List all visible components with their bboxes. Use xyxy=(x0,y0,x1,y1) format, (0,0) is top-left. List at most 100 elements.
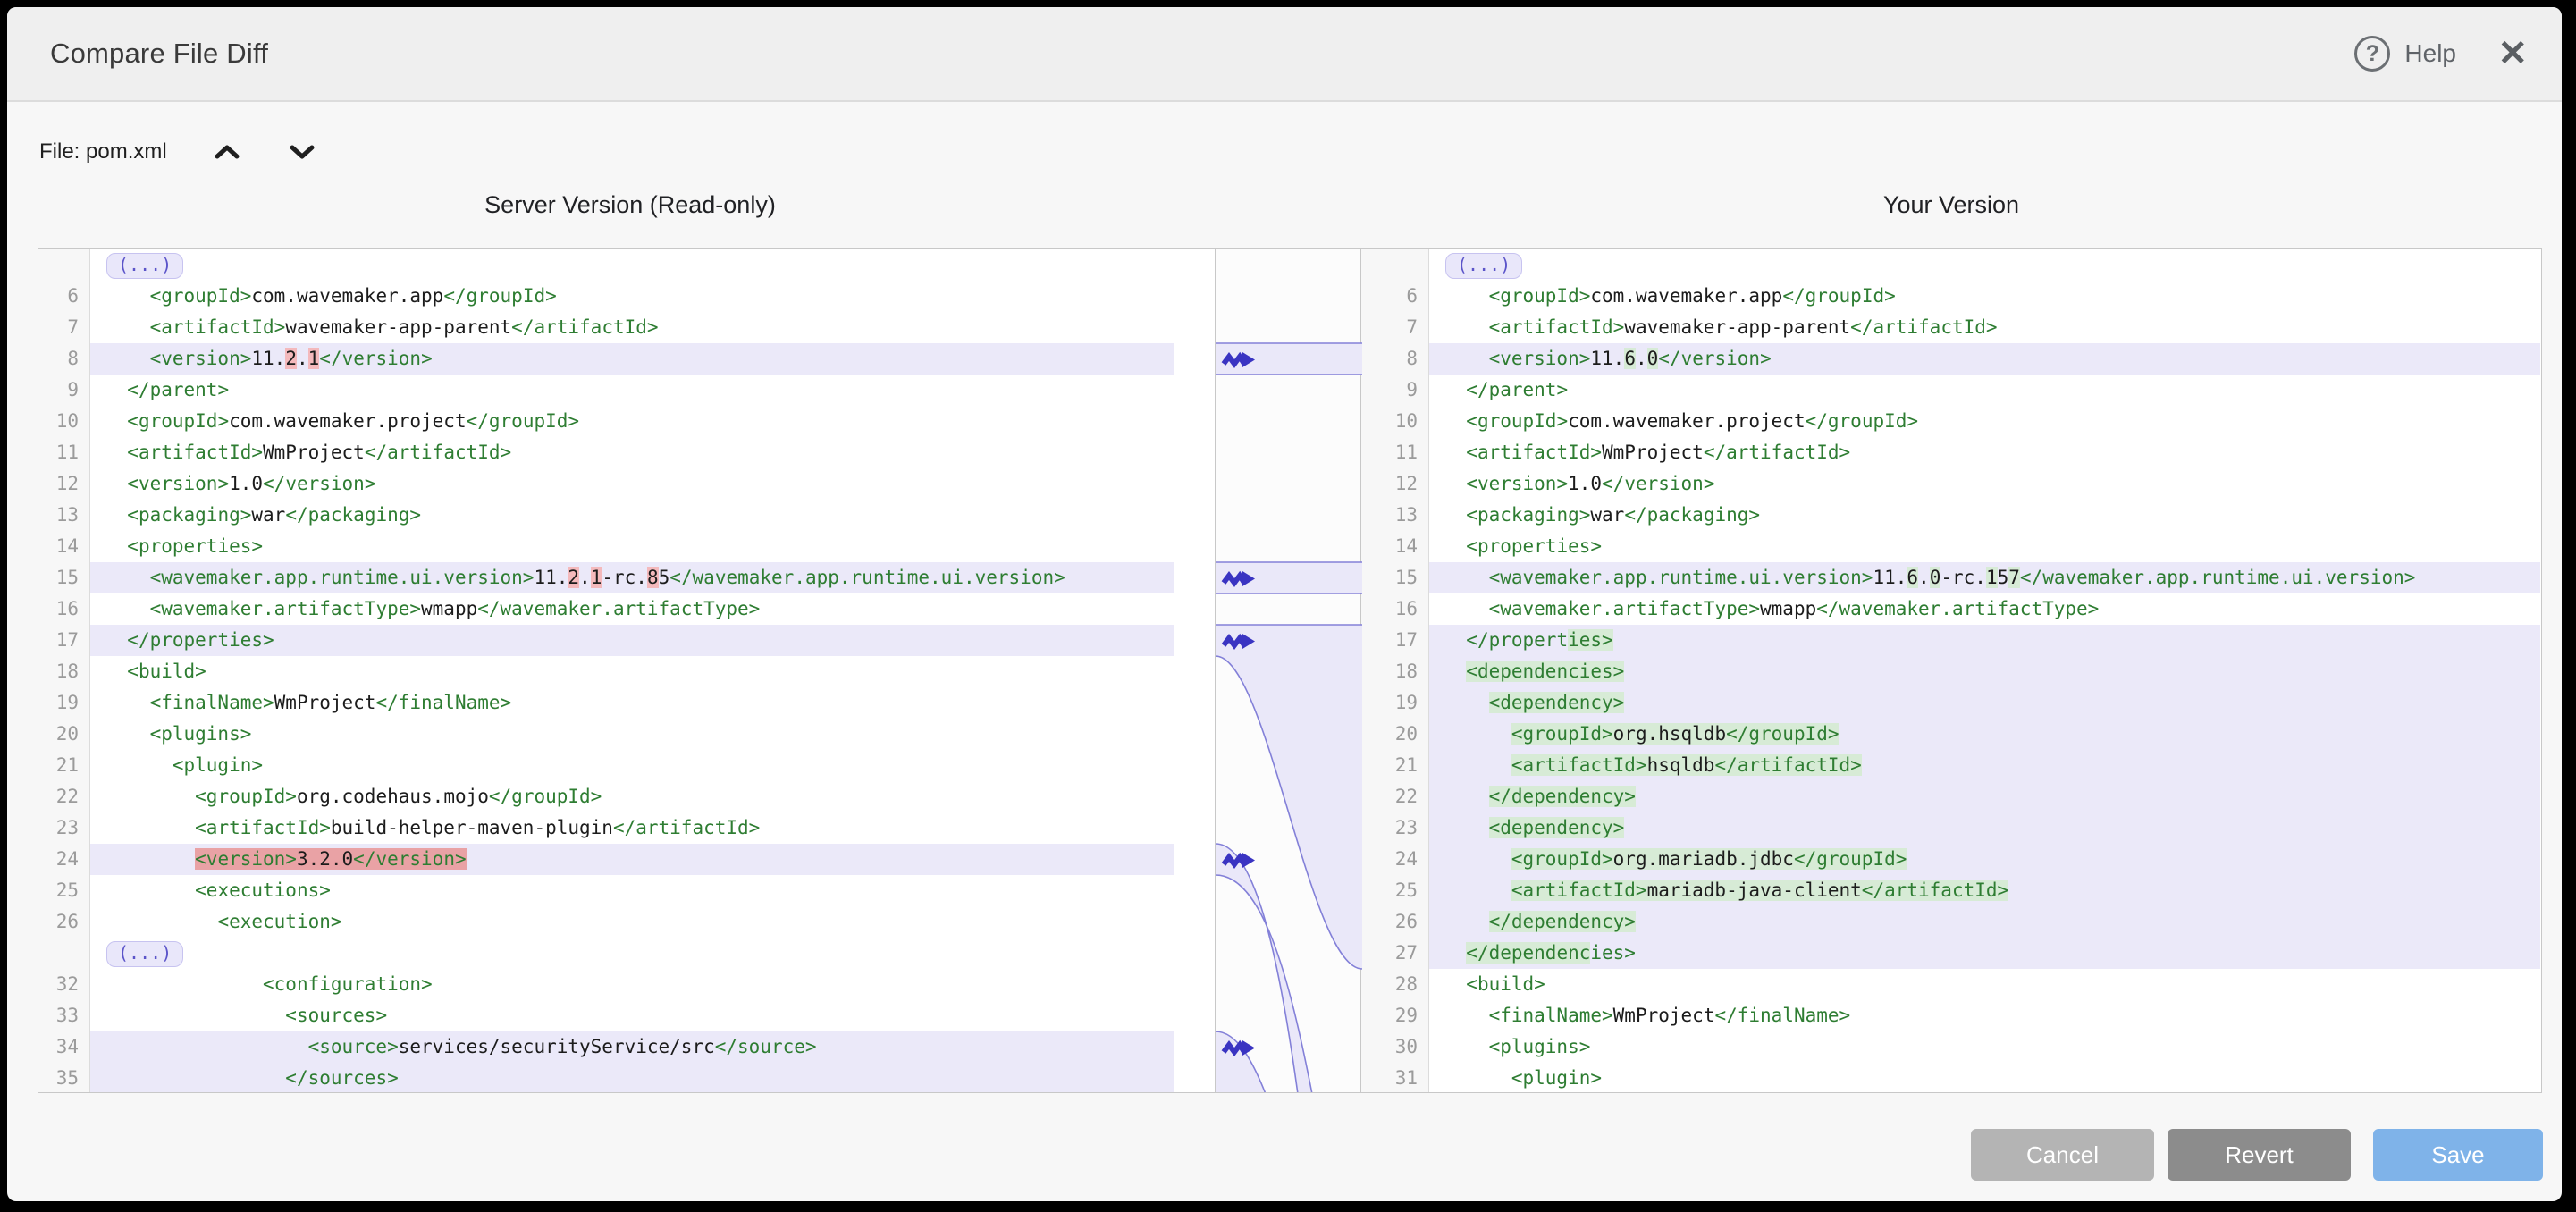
code-line: </dependency> xyxy=(1429,906,2540,938)
code-line: <version>11.6.0</version> xyxy=(1429,343,2540,375)
code-line: <finalName>WmProject</finalName> xyxy=(1429,1000,2540,1031)
previous-diff-chevron-up-icon[interactable] xyxy=(212,142,242,162)
file-navigation-bar: File: pom.xml xyxy=(39,139,317,164)
line-number: 16 xyxy=(38,593,89,625)
line-number: 26 xyxy=(38,906,89,938)
line-number: 23 xyxy=(1361,812,1428,844)
collapsed-region-pill[interactable]: (...) xyxy=(106,941,183,967)
cancel-button[interactable]: Cancel xyxy=(1971,1129,2154,1181)
line-number: 12 xyxy=(1361,468,1428,500)
code-line: (...) xyxy=(90,938,1174,969)
collapsed-region-pill[interactable]: (...) xyxy=(106,253,183,279)
code-line: <wavemaker.artifactType>wmapp</wavemaker… xyxy=(1429,593,2540,625)
left-code-panel-readonly[interactable]: (...) <groupId>com.wavemaker.app</groupI… xyxy=(90,249,1174,1092)
line-number: 20 xyxy=(1361,719,1428,750)
line-number: 17 xyxy=(38,625,89,656)
code-line: <artifactId>wavemaker-app-parent</artifa… xyxy=(90,312,1174,343)
help-label: Help xyxy=(2404,39,2456,68)
line-number: 11 xyxy=(38,437,89,468)
code-line: <version>3.2.0</version> xyxy=(90,844,1174,875)
close-icon[interactable]: ✕ xyxy=(2497,36,2528,72)
line-number: 9 xyxy=(1361,375,1428,406)
code-line: </properties> xyxy=(1429,625,2540,656)
code-line: </properties> xyxy=(90,625,1174,656)
line-number: 8 xyxy=(1361,343,1428,375)
line-number: 35 xyxy=(38,1063,89,1093)
code-line: </parent> xyxy=(1429,375,2540,406)
apply-change-arrow-icon[interactable] xyxy=(1221,568,1255,590)
right-code-panel-editable[interactable]: (...) <groupId>com.wavemaker.app</groupI… xyxy=(1429,249,2540,1092)
right-line-number-gutter: 6789101112131415161718192021222324252627… xyxy=(1361,249,1429,1092)
apply-change-arrow-icon[interactable] xyxy=(1221,849,1255,871)
code-line: <wavemaker.artifactType>wmapp</wavemaker… xyxy=(90,593,1174,625)
code-line: <groupId>com.wavemaker.project</groupId> xyxy=(1429,406,2540,437)
code-line: <groupId>org.codehaus.mojo</groupId> xyxy=(90,781,1174,812)
line-number: 11 xyxy=(1361,437,1428,468)
line-number: 15 xyxy=(38,562,89,593)
line-number: 22 xyxy=(1361,781,1428,812)
code-line: <wavemaker.app.runtime.ui.version>11.6.0… xyxy=(1429,562,2540,593)
line-number: 26 xyxy=(1361,906,1428,938)
code-line: <groupId>com.wavemaker.project</groupId> xyxy=(90,406,1174,437)
code-line: <build> xyxy=(1429,969,2540,1000)
help-icon: ? xyxy=(2354,36,2390,72)
line-number: 23 xyxy=(38,812,89,844)
line-number: 27 xyxy=(1361,938,1428,969)
code-line: (...) xyxy=(90,249,1174,281)
next-diff-chevron-down-icon[interactable] xyxy=(287,142,317,162)
line-number: 6 xyxy=(38,281,89,312)
line-number: 7 xyxy=(1361,312,1428,343)
code-line: (...) xyxy=(1429,249,2540,281)
line-number: 18 xyxy=(1361,656,1428,687)
code-line: <dependency> xyxy=(1429,687,2540,719)
line-number: 28 xyxy=(1361,969,1428,1000)
apply-change-arrow-icon[interactable] xyxy=(1221,1037,1255,1059)
code-line: <version>11.2.1</version> xyxy=(90,343,1174,375)
line-number: 25 xyxy=(38,875,89,906)
code-line: <plugin> xyxy=(90,750,1174,781)
code-line: <plugins> xyxy=(1429,1031,2540,1063)
code-line: <properties> xyxy=(90,531,1174,562)
code-line: <dependency> xyxy=(1429,812,2540,844)
line-number: 17 xyxy=(1361,625,1428,656)
code-line: <plugin> xyxy=(1429,1063,2540,1092)
line-number: 32 xyxy=(38,969,89,1000)
code-line: </parent> xyxy=(90,375,1174,406)
code-line: </sources> xyxy=(90,1063,1174,1092)
line-number: 15 xyxy=(1361,562,1428,593)
line-number xyxy=(38,938,89,969)
code-line: <packaging>war</packaging> xyxy=(90,500,1174,531)
line-number: 12 xyxy=(38,468,89,500)
line-number: 13 xyxy=(1361,500,1428,531)
code-line: <version>1.0</version> xyxy=(1429,468,2540,500)
line-number: 19 xyxy=(38,687,89,719)
code-line: <groupId>com.wavemaker.app</groupId> xyxy=(90,281,1174,312)
code-line: <dependencies> xyxy=(1429,656,2540,687)
line-number xyxy=(38,249,89,281)
code-line: <version>1.0</version> xyxy=(90,468,1174,500)
apply-change-arrow-icon[interactable] xyxy=(1221,630,1255,652)
line-number: 30 xyxy=(1361,1031,1428,1063)
code-line: <finalName>WmProject</finalName> xyxy=(90,687,1174,719)
save-button[interactable]: Save xyxy=(2373,1129,2543,1181)
code-line: <artifactId>WmProject</artifactId> xyxy=(1429,437,2540,468)
code-line: <groupId>org.hsqldb</groupId> xyxy=(1429,719,2540,750)
code-line: <properties> xyxy=(1429,531,2540,562)
code-line: <configuration> xyxy=(90,969,1174,1000)
line-number: 10 xyxy=(1361,406,1428,437)
revert-button[interactable]: Revert xyxy=(2168,1129,2351,1181)
line-number: 14 xyxy=(38,531,89,562)
left-panel-title: Server Version (Read-only) xyxy=(38,191,1223,219)
help-button[interactable]: ? Help xyxy=(2354,36,2456,72)
code-line: <artifactId>WmProject</artifactId> xyxy=(90,437,1174,468)
line-number: 16 xyxy=(1361,593,1428,625)
code-line: <sources> xyxy=(90,1000,1174,1031)
left-line-number-gutter: 6789101112131415161718192021222324252632… xyxy=(38,249,90,1092)
code-line: <artifactId>build-helper-maven-plugin</a… xyxy=(90,812,1174,844)
collapsed-region-pill[interactable]: (...) xyxy=(1445,253,1522,279)
line-number: 21 xyxy=(1361,750,1428,781)
apply-change-arrow-icon[interactable] xyxy=(1221,349,1255,371)
code-line: <execution> xyxy=(90,906,1174,938)
line-number: 20 xyxy=(38,719,89,750)
line-number: 9 xyxy=(38,375,89,406)
